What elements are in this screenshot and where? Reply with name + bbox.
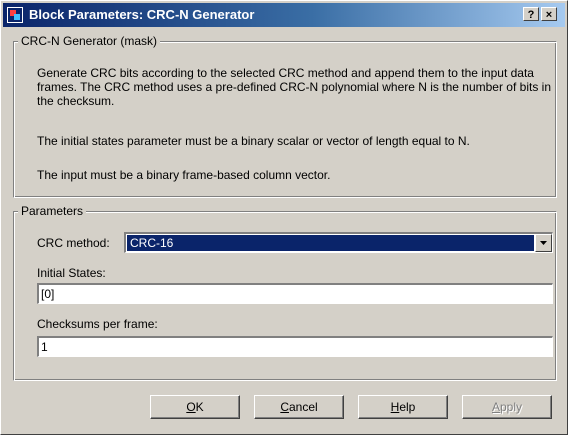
mask-description-text: Generate CRC bits according to the selec… xyxy=(37,66,551,108)
chevron-down-icon[interactable] xyxy=(535,234,552,252)
cancel-label-post: ancel xyxy=(288,400,318,414)
apply-label-key: A xyxy=(491,400,500,414)
title-bar[interactable]: Block Parameters: CRC-N Generator ? × xyxy=(3,3,565,27)
cancel-button[interactable]: Cancel xyxy=(254,395,344,419)
ok-label-key: O xyxy=(186,400,196,414)
block-parameters-dialog: Block Parameters: CRC-N Generator ? × CR… xyxy=(0,0,568,435)
crc-method-selected-value: CRC-16 xyxy=(126,234,535,252)
initial-states-input[interactable]: [0] xyxy=(37,283,553,304)
ok-button[interactable]: OK xyxy=(150,395,240,419)
help-label-post: elp xyxy=(399,400,416,414)
help-title-button[interactable]: ? xyxy=(523,7,539,21)
cancel-label-key: C xyxy=(280,400,289,414)
apply-label-post: pply xyxy=(500,400,523,414)
checksums-per-frame-input[interactable]: 1 xyxy=(37,336,553,357)
parameters-group-legend: Parameters xyxy=(18,204,87,218)
crc-method-select[interactable]: CRC-16 xyxy=(124,232,553,253)
apply-button[interactable]: Apply xyxy=(462,395,552,419)
close-title-button[interactable]: × xyxy=(541,7,557,21)
initial-states-label: Initial States: xyxy=(37,266,106,280)
input-note: The input must be a binary frame-based c… xyxy=(37,168,331,182)
help-button[interactable]: Help xyxy=(358,395,448,419)
ok-label-post: K xyxy=(195,400,204,414)
crc-method-label: CRC method: xyxy=(37,236,110,250)
initial-states-note: The initial states parameter must be a b… xyxy=(37,134,470,148)
window-title: Block Parameters: CRC-N Generator xyxy=(29,7,255,22)
checksums-label: Checksums per frame: xyxy=(37,317,158,331)
mask-group-legend: CRC-N Generator (mask) xyxy=(18,34,161,48)
simulink-block-icon xyxy=(7,7,23,23)
